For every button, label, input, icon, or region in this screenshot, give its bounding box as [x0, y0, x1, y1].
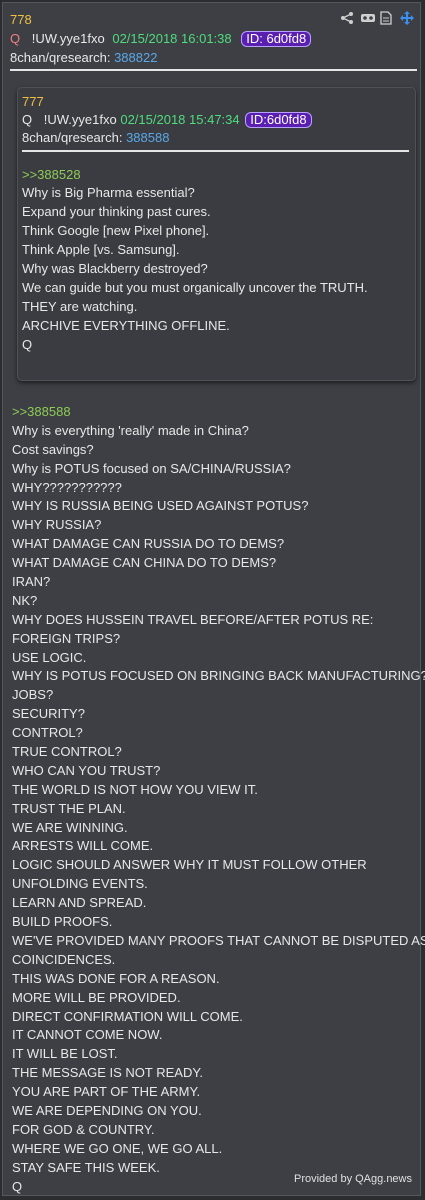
vr-icon[interactable]: [360, 11, 375, 25]
q-name: Q: [10, 31, 21, 46]
body-line: SECURITY?: [12, 706, 85, 722]
body-line: WE ARE DEPENDING ON YOU.: [12, 1102, 202, 1118]
body-line: WE ARE WINNING.: [12, 819, 128, 835]
body-line: WHY RUSSIA?: [12, 517, 102, 533]
body-line: Why is POTUS focused on SA/CHINA/RUSSIA?: [12, 460, 291, 476]
board-row: 8chan/qresearch: 388822: [10, 50, 157, 66]
post-card: 778 Q !UW.yye1fxo 02/15/2018 16:01:38 ID…: [2, 2, 425, 1196]
header-divider: [10, 69, 417, 71]
post-text: Why is everything 'really' made in China…: [12, 422, 425, 1194]
move-icon[interactable]: [400, 11, 414, 25]
quoted-post: 777 Q !UW.yye1fxo 02/15/2018 15:47:34 ID…: [17, 87, 416, 381]
body-line: ARRESTS WILL COME.: [12, 838, 154, 854]
body-line: UNFOLDING EVENTS.: [12, 876, 148, 892]
post-number-row: 778: [10, 12, 32, 28]
body-line: WHERE WE GO ONE, WE GO ALL.: [12, 1140, 223, 1156]
credit-text: Provided by QAgg.news: [293, 1173, 412, 1185]
body-line: WHO CAN YOU TRUST?: [12, 762, 161, 778]
body-line: Cost savings?: [12, 441, 94, 457]
body-line: MORE WILL BE PROVIDED.: [12, 989, 181, 1005]
quoted-q-name: Q: [22, 112, 33, 127]
quoted-line: THEY are watching.: [22, 299, 138, 314]
post-body: >>388588 Why is everything 'really' made…: [12, 403, 425, 1194]
quoted-line: ARCHIVE EVERYTHING OFFLINE.: [22, 318, 230, 333]
quoted-board-link[interactable]: 388588: [126, 130, 169, 145]
quoted-line: Why is Big Pharma essential?: [22, 185, 195, 200]
board-post-link[interactable]: 388822: [114, 50, 157, 65]
body-line: YOU ARE PART OF THE ARMY.: [12, 1084, 201, 1100]
quoted-meta-row: Q !UW.yye1fxo 02/15/2018 15:47:34 ID:6d0…: [22, 111, 312, 128]
body-line: WHY IS RUSSIA BEING USED AGAINST POTUS?: [12, 498, 309, 514]
body-line: JOBS?: [12, 687, 54, 703]
body-line: Why is everything 'really' made in China…: [12, 422, 249, 438]
post-toolbar: [340, 11, 414, 25]
body-line: CONTROL?: [12, 725, 83, 741]
body-line: COINCIDENCES.: [12, 951, 116, 967]
id-badge[interactable]: ID: 6d0fd8: [241, 31, 312, 47]
body-line: WHAT DAMAGE CAN RUSSIA DO TO DEMS?: [12, 536, 285, 552]
quoted-board-label: 8chan/qresearch:: [22, 130, 123, 145]
quoted-number: 777: [22, 94, 44, 109]
share-icon[interactable]: [340, 11, 354, 25]
body-line: THE MESSAGE IS NOT READY.: [12, 1065, 203, 1081]
board-label: 8chan/qresearch:: [10, 50, 111, 65]
body-line: WHAT DAMAGE CAN CHINA DO TO DEMS?: [12, 555, 277, 571]
quoted-line: Think Apple [vs. Samsung].: [22, 242, 180, 257]
quoted-tripcode: !UW.yye1fxo: [43, 112, 117, 127]
body-line: TRUE CONTROL?: [12, 744, 122, 760]
quoted-line: Q: [22, 337, 33, 352]
document-icon[interactable]: [380, 11, 394, 25]
quoted-line: Why was Blackberry destroyed?: [22, 261, 208, 276]
body-line: WE'VE PROVIDED MANY PROOFS THAT CANNOT B…: [12, 932, 425, 948]
body-line: USE LOGIC.: [12, 649, 87, 665]
quoted-line: Expand your thinking past cures.: [22, 204, 211, 219]
body-line: BUILD PROOFS.: [12, 914, 113, 930]
quoted-reply-link[interactable]: >>388528: [22, 166, 81, 183]
body-line: IT WILL BE LOST.: [12, 1046, 118, 1062]
body-line: LEARN AND SPREAD.: [12, 895, 147, 911]
quoted-number-row: 777: [22, 93, 44, 110]
quoted-divider: [22, 150, 409, 152]
post-number: 778: [10, 12, 32, 27]
post-meta-row: Q !UW.yye1fxo 02/15/2018 16:01:38 ID: 6d…: [10, 31, 312, 47]
tripcode: !UW.yye1fxo: [31, 31, 105, 46]
quoted-line: Think Google [new Pixel phone].: [22, 223, 210, 238]
body-line: WHY IS POTUS FOCUSED ON BRINGING BACK MA…: [12, 668, 425, 684]
quoted-datetime: 02/15/2018 15:47:34: [120, 112, 240, 127]
body-line: FOREIGN TRIPS?: [12, 630, 121, 646]
body-line: FOR GOD & COUNTRY.: [12, 1121, 155, 1137]
body-line: THIS WAS DONE FOR A REASON.: [12, 970, 220, 986]
body-line: IT CANNOT COME NOW.: [12, 1027, 163, 1043]
body-line: WHY???????????: [12, 479, 122, 495]
reply-link[interactable]: >>388588: [12, 403, 425, 422]
post-datetime: 02/15/2018 16:01:38: [112, 31, 232, 46]
body-line: DIRECT CONFIRMATION WILL COME.: [12, 1008, 243, 1024]
body-line: LOGIC SHOULD ANSWER WHY IT MUST FOLLOW O…: [12, 857, 367, 873]
quoted-board-row: 8chan/qresearch: 388588: [22, 129, 169, 146]
body-line: THE WORLD IS NOT HOW YOU VIEW IT.: [12, 781, 258, 797]
body-line: TRUST THE PLAN.: [12, 800, 126, 816]
body-line: NK?: [12, 592, 38, 608]
quoted-line: We can guide but you must organically un…: [22, 280, 368, 295]
body-line: IRAN?: [12, 574, 51, 590]
body-line: WHY DOES HUSSEIN TRAVEL BEFORE/AFTER POT…: [12, 611, 374, 627]
quoted-id-badge[interactable]: ID:6d0fd8: [245, 112, 312, 128]
